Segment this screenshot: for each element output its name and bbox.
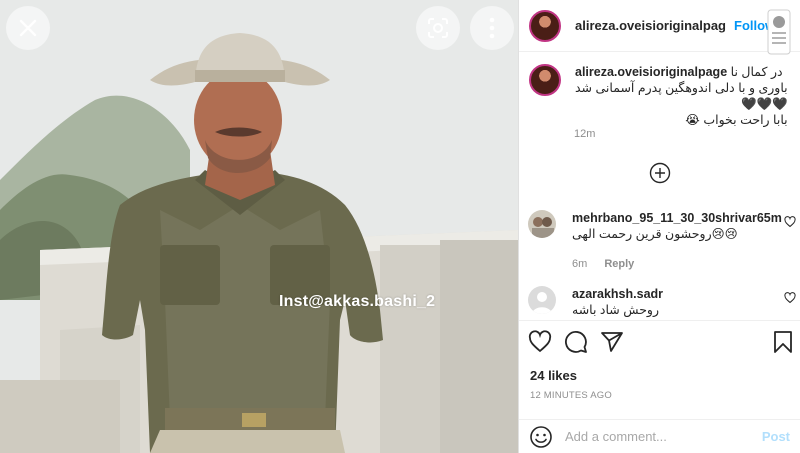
more-vertical-icon — [489, 17, 495, 39]
comment-icon[interactable] — [564, 330, 588, 354]
comment-text: 😢😢روحشون قرین رحمت الهی — [572, 227, 738, 241]
caption-avatar[interactable] — [529, 64, 561, 96]
close-button[interactable] — [6, 6, 50, 50]
post-header: alireza.oveisioriginalpag Follow — [519, 0, 800, 55]
author-avatar[interactable] — [529, 9, 561, 42]
lens-search-icon — [428, 18, 448, 38]
commenter-avatar[interactable] — [528, 210, 556, 238]
comment-time: 6m — [572, 258, 588, 270]
like-comment-icon[interactable] — [784, 292, 796, 304]
author-username[interactable]: alireza.oveisioriginalpag — [575, 18, 726, 33]
like-comment-icon[interactable] — [784, 216, 796, 228]
caption-text-line2: باوری و با دلی اندوهگین پدرم آسمانی شد — [575, 81, 788, 95]
post-time-ago: 12 MINUTES AGO — [530, 390, 612, 401]
caption-text-line1: در کمال نا — [730, 65, 783, 79]
commenter-photo — [528, 210, 556, 238]
caption-username[interactable]: alireza.oveisioriginalpage — [575, 65, 727, 79]
caption-text-line4: بابا راحت بخواب 😭 — [685, 113, 788, 127]
action-bar — [528, 330, 794, 356]
news-logo-icon — [767, 9, 791, 55]
add-comment-input[interactable] — [565, 429, 755, 444]
comment-item: azarakhsh.sadr روحش شاد باشه — [528, 286, 796, 318]
caption-time: 12m — [574, 128, 596, 140]
load-more-comments-icon[interactable] — [649, 162, 671, 184]
photo-watermark: Inst@akkas.bashi_2 — [279, 293, 436, 310]
comment-text: روحش شاد باشه — [572, 303, 659, 317]
caption-body: alireza.oveisioriginalpage در کمال نا با… — [575, 64, 788, 128]
actions-divider — [519, 320, 800, 321]
reply-button[interactable]: Reply — [604, 258, 634, 270]
default-avatar-icon — [528, 286, 556, 314]
emoji-icon[interactable] — [529, 425, 553, 449]
add-comment-bar: Post — [519, 420, 800, 453]
more-options-button[interactable] — [470, 6, 514, 50]
photo-scene — [0, 0, 518, 453]
post-photo: Inst@akkas.bashi_2 — [0, 0, 518, 453]
share-icon[interactable] — [600, 330, 624, 354]
post-comment-button[interactable]: Post — [762, 429, 790, 444]
comment-item: mehrbano_95_11_30_30shrivar65m 😢😢روحشون … — [528, 210, 796, 272]
visual-search-button[interactable] — [416, 6, 460, 50]
post-caption: alireza.oveisioriginalpage در کمال نا با… — [529, 64, 797, 128]
close-icon — [19, 19, 37, 37]
commenter-avatar[interactable] — [528, 286, 556, 314]
caption-text-line3: 🖤🖤🖤 — [740, 97, 788, 111]
likes-count[interactable]: 24 likes — [530, 368, 577, 383]
comment-username[interactable]: mehrbano_95_11_30_30shrivar65m — [572, 210, 782, 226]
comment-username[interactable]: azarakhsh.sadr — [572, 286, 663, 302]
like-icon[interactable] — [528, 330, 552, 354]
save-icon[interactable] — [772, 330, 794, 354]
